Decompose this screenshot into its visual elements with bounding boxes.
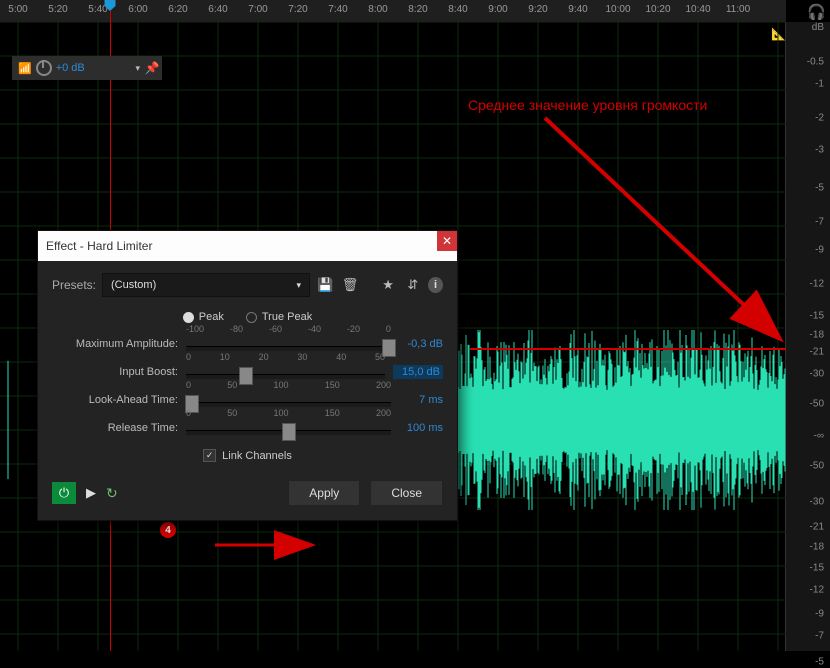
db-tick: -9 [815, 245, 824, 256]
save-preset-icon[interactable]: 💾 [316, 275, 335, 295]
db-tick: -12 [810, 279, 824, 290]
db-scale: dB -0.5 -1 -2 -3 -5 -7 -9 -12 -15 -18 -21 -30 -50 -∞ -… [785, 22, 830, 651]
timeline-tick: 11:00 [726, 4, 750, 15]
timeline-tick: 6:00 [128, 4, 147, 15]
db-tick: -0.5 [807, 57, 824, 68]
timeline-tick: 9:40 [568, 4, 587, 15]
annotation-text: Среднее значение уровня громкости [468, 97, 707, 113]
effect-dialog: Effect - Hard Limiter ✕ Presets: (Custom… [37, 230, 458, 521]
db-tick: -30 [810, 369, 824, 380]
timeline-ruler[interactable]: 5:005:205:406:006:206:407:007:207:408:00… [0, 0, 786, 23]
db-tick: -21 [810, 347, 824, 358]
timeline-tick: 8:00 [368, 4, 387, 15]
db-tick: -9 [815, 609, 824, 620]
headphones-icon[interactable]: 🎧 [807, 3, 826, 21]
timeline-tick: 10:20 [645, 4, 670, 15]
db-tick: -7 [815, 631, 824, 642]
param-lookahead: Look-Ahead Time: 050100150200 7 ms [52, 393, 443, 407]
dialog-titlebar[interactable]: Effect - Hard Limiter ✕ [38, 231, 457, 261]
presets-dropdown[interactable]: (Custom) ▾ [102, 273, 310, 297]
release-slider[interactable]: 050100150200 [186, 421, 391, 435]
input-boost-slider[interactable]: 01020304050 [186, 365, 385, 379]
link-channels-checkbox[interactable]: ✓ [203, 449, 216, 462]
timeline-tick: 8:40 [448, 4, 467, 15]
pan-icon [36, 60, 52, 76]
truepeak-radio[interactable]: True Peak [246, 311, 312, 323]
db-tick: -5 [815, 657, 824, 668]
star-icon[interactable]: ★ [379, 275, 398, 295]
settings-icon[interactable]: ⇵ [403, 275, 422, 295]
timeline-tick: 6:40 [208, 4, 227, 15]
track-gain-value: +0 dB [56, 62, 85, 74]
timeline-tick: 7:20 [288, 4, 307, 15]
pin-button[interactable]: 📌 [142, 56, 162, 80]
timeline-tick: 6:20 [168, 4, 187, 15]
db-tick: -15 [810, 311, 824, 322]
close-button[interactable]: ✕ [437, 231, 457, 251]
timeline-tick: 9:00 [488, 4, 507, 15]
max-amp-slider[interactable]: -100-80-60-40-200 [186, 337, 391, 351]
db-tick: -18 [810, 542, 824, 553]
apply-button[interactable]: Apply [288, 480, 360, 506]
slider-thumb[interactable] [282, 423, 296, 441]
lookahead-slider[interactable]: 050100150200 [186, 393, 391, 407]
timeline-tick: 7:00 [248, 4, 267, 15]
db-header: dB [812, 22, 824, 33]
close-footer-button[interactable]: Close [370, 480, 443, 506]
close-icon: ✕ [442, 234, 452, 248]
chevron-down-icon[interactable]: ▾ [135, 63, 140, 74]
timeline-tick: 9:20 [528, 4, 547, 15]
peak-mode-row: Peak True Peak [52, 311, 443, 323]
dialog-title: Effect - Hard Limiter [46, 239, 152, 253]
info-icon[interactable]: i [428, 277, 443, 293]
param-input-boost: Input Boost: 01020304050 15,0 dB [52, 365, 443, 379]
timeline-tick: 10:40 [685, 4, 710, 15]
db-tick: -3 [815, 145, 824, 156]
db-tick: -∞ [814, 431, 824, 442]
power-button[interactable]: ⏻ [52, 482, 76, 504]
trash-icon[interactable]: 🗑 [341, 275, 360, 295]
link-channels-label: Link Channels [222, 450, 292, 462]
db-tick: -7 [815, 217, 824, 228]
timeline-tick: 5:00 [8, 4, 27, 15]
timeline-tick: 7:40 [328, 4, 347, 15]
db-tick: -50 [810, 399, 824, 410]
play-button[interactable]: ▶ [86, 485, 96, 501]
db-tick: -50 [810, 461, 824, 472]
db-tick: -12 [810, 585, 824, 596]
volume-icon: 📶 [18, 62, 32, 75]
loop-button[interactable]: ↻ [106, 485, 118, 502]
db-tick: -21 [810, 522, 824, 533]
db-tick: -18 [810, 330, 824, 341]
presets-label: Presets: [52, 278, 96, 292]
peak-radio[interactable]: Peak [183, 311, 224, 323]
track-gain-bar[interactable]: 📶 +0 dB ▾ [12, 56, 146, 80]
db-tick: -5 [815, 183, 824, 194]
param-release: Release Time: 050100150200 100 ms [52, 421, 443, 435]
timeline-tick: 8:20 [408, 4, 427, 15]
annotation-badge-4: 4 [160, 522, 176, 538]
preset-value: (Custom) [111, 279, 156, 291]
timeline-tick: 10:00 [605, 4, 630, 15]
db-tick: -15 [810, 563, 824, 574]
annotation-redline [470, 348, 786, 350]
param-max-amplitude: Maximum Amplitude: -100-80-60-40-200 -0,… [52, 337, 443, 351]
timeline-tick: 5:20 [48, 4, 67, 15]
db-tick: -2 [815, 113, 824, 124]
db-tick: -30 [810, 497, 824, 508]
chevron-down-icon: ▾ [296, 280, 301, 291]
db-tick: -1 [815, 79, 824, 90]
